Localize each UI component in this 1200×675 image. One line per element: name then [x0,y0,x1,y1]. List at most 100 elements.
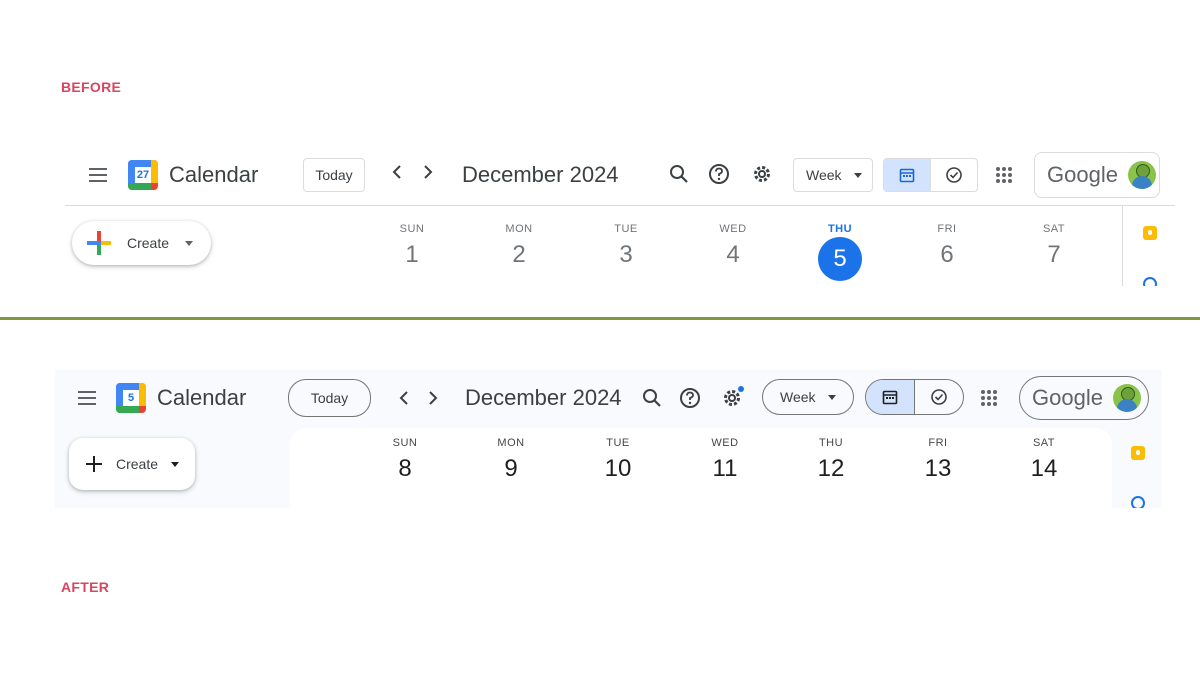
view-toggle [883,158,978,192]
account-chip[interactable]: Google [1034,152,1160,198]
help-button[interactable] [679,387,701,409]
header-divider [65,205,1175,206]
prev-week-button[interactable] [398,389,410,412]
day-header[interactable]: MON 9 [476,437,546,483]
day-header[interactable]: WED 4 [698,223,768,269]
day-name: WED [711,437,739,449]
day-number: 8 [398,455,412,482]
today-button[interactable]: Today [288,379,371,417]
day-header-today[interactable]: THU 5 [805,223,875,281]
view-select[interactable]: Week [793,158,873,192]
day-header[interactable]: FRI 6 [912,223,982,269]
after-screenshot: 5 Calendar Today December 2024 Week Goog… [55,370,1162,508]
day-number: 9 [504,455,518,482]
next-week-button[interactable] [427,389,439,412]
tasks-icon[interactable] [1131,496,1145,508]
day-header[interactable]: SAT 14 [1009,437,1079,483]
view-select-value: Week [780,389,816,405]
dropdown-arrow-icon [185,240,194,246]
day-number: 2 [512,241,526,268]
month-title: December 2024 [465,385,622,410]
day-header[interactable]: THU 12 [796,437,866,483]
today-circle: 5 [818,237,862,281]
dropdown-arrow-icon [853,172,862,178]
day-number: 7 [1047,241,1061,268]
logo-day-number: 5 [127,392,135,404]
today-button[interactable]: Today [303,158,365,192]
plus-icon [86,456,102,472]
gear-icon [754,166,770,182]
next-week-button[interactable] [422,163,434,186]
chevron-right-icon [429,391,438,405]
search-icon [670,165,688,183]
view-select[interactable]: Week [762,379,854,415]
tasks-icon[interactable] [1143,277,1157,286]
search-button[interactable] [669,164,689,184]
day-number: 4 [726,241,740,268]
day-header[interactable]: TUE 3 [591,223,661,269]
apps-button[interactable] [995,166,1013,184]
main-menu-icon[interactable] [89,168,107,182]
day-number: 13 [924,455,952,482]
calendar-view-toggle[interactable] [866,380,914,414]
day-header[interactable]: SUN 8 [370,437,440,483]
prev-week-button[interactable] [391,163,403,186]
day-name: THU [818,437,844,449]
help-button[interactable] [708,163,730,185]
day-header[interactable]: TUE 10 [583,437,653,483]
day-name: MON [505,223,533,235]
calendar-view-toggle[interactable] [884,159,930,191]
task-check-icon [931,389,947,405]
search-icon [643,389,661,407]
day-number: 6 [940,241,954,268]
calendar-icon [899,168,915,183]
day-number: 14 [1030,455,1058,482]
tasks-view-toggle[interactable] [914,380,963,414]
day-name: FRI [937,223,957,235]
dropdown-arrow-icon [827,394,836,400]
day-number: 10 [604,455,632,482]
day-number: 11 [712,455,738,482]
account-chip[interactable]: Google [1019,376,1149,420]
create-button[interactable]: Create [72,221,211,265]
month-title: December 2024 [462,162,619,187]
chevron-left-icon [399,391,408,405]
day-header[interactable]: SUN 1 [377,223,447,269]
main-menu-icon[interactable] [78,391,96,405]
day-name: TUE [614,223,638,235]
help-icon [709,164,729,184]
create-button[interactable]: Create [69,438,195,490]
avatar [1112,384,1141,412]
day-number: 5 [833,245,847,272]
create-label: Create [116,456,159,472]
view-select-value: Week [806,167,842,183]
day-name: THU [827,223,853,235]
before-screenshot: 27 Calendar Today December 2024 Week Goo… [65,150,1175,286]
day-number: 1 [405,241,419,268]
gear-icon [724,386,744,406]
day-number: 3 [619,241,633,268]
settings-button[interactable] [751,163,773,185]
day-name: WED [719,223,747,235]
app-title: Calendar [169,162,259,187]
day-header[interactable]: SAT 7 [1019,223,1089,269]
plus-icon [87,231,111,255]
apps-grid-icon [996,167,1012,183]
before-label: BEFORE [61,79,122,95]
calendar-logo: 27 [128,160,158,190]
search-button[interactable] [642,388,662,408]
app-title: Calendar [157,385,247,410]
google-wordmark: Google [1032,385,1103,410]
view-toggle [865,379,964,415]
day-header[interactable]: WED 11 [690,437,760,483]
create-label: Create [127,235,170,251]
keep-icon[interactable] [1131,446,1145,460]
settings-button[interactable] [721,386,745,410]
day-name: MON [497,437,525,449]
day-header[interactable]: MON 2 [484,223,554,269]
day-header[interactable]: FRI 13 [903,437,973,483]
apps-button[interactable] [980,389,998,407]
day-name: TUE [606,437,630,449]
tasks-view-toggle[interactable] [930,159,977,191]
keep-icon[interactable] [1143,226,1157,240]
